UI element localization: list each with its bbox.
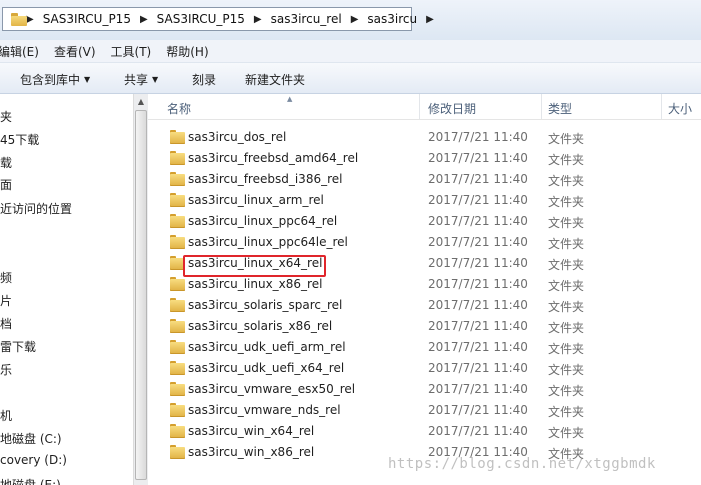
column-header: ▲ 名称 修改日期 类型 大小 bbox=[148, 94, 701, 120]
folder-icon bbox=[170, 193, 185, 207]
folder-icon bbox=[170, 235, 185, 249]
folder-icon bbox=[170, 403, 185, 417]
column-size[interactable]: 大小 bbox=[668, 100, 692, 117]
file-row[interactable]: sas3ircu_vmware_esx50_rel 2017/7/21 11:4… bbox=[148, 379, 701, 400]
file-row[interactable]: sas3ircu_dos_rel 2017/7/21 11:40 文件夹 bbox=[148, 127, 701, 148]
file-row[interactable]: sas3ircu_linux_arm_rel 2017/7/21 11:40 文… bbox=[148, 190, 701, 211]
nav-item[interactable]: 频 bbox=[0, 269, 12, 286]
burn-button[interactable]: 刻录 bbox=[192, 71, 216, 88]
column-divider[interactable] bbox=[661, 94, 662, 119]
address-bar: ▶ SAS3IRCU_P15 ▶ SAS3IRCU_P15 ▶ sas3ircu… bbox=[0, 0, 701, 40]
nav-item[interactable]: 面 bbox=[0, 176, 12, 193]
column-date[interactable]: 修改日期 bbox=[428, 100, 476, 117]
sort-ascending-icon: ▲ bbox=[287, 95, 293, 103]
nav-item[interactable]: 片 bbox=[0, 292, 12, 309]
nav-item[interactable]: 夹 bbox=[0, 108, 12, 125]
nav-item[interactable]: 45下载 bbox=[0, 131, 39, 148]
chevron-right-icon[interactable]: ▶ bbox=[245, 14, 271, 25]
folder-icon bbox=[170, 445, 185, 459]
file-row[interactable]: sas3ircu_linux_x86_rel 2017/7/21 11:40 文… bbox=[148, 274, 701, 295]
menu-bar: 编辑(E) 查看(V) 工具(T) 帮助(H) bbox=[0, 40, 701, 63]
chevron-right-icon[interactable]: ▶ bbox=[131, 14, 157, 25]
column-divider[interactable] bbox=[541, 94, 542, 119]
nav-item[interactable]: 档 bbox=[0, 315, 12, 332]
file-row[interactable]: sas3ircu_udk_uefi_arm_rel 2017/7/21 11:4… bbox=[148, 337, 701, 358]
breadcrumb[interactable]: ▶ SAS3IRCU_P15 ▶ SAS3IRCU_P15 ▶ sas3ircu… bbox=[2, 7, 434, 31]
new-folder-button[interactable]: 新建文件夹 bbox=[245, 71, 305, 88]
caret-down-icon: ▼ bbox=[84, 75, 91, 84]
scroll-up-icon[interactable]: ▲ bbox=[134, 94, 148, 110]
folder-icon bbox=[170, 277, 185, 291]
navigation-pane: 夹 45下载 载 面 近访问的位置 频 片 档 雷下载 乐 机 地磁盘 (C:)… bbox=[0, 94, 133, 485]
breadcrumb-item[interactable]: ▶ sas3ircu_rel bbox=[245, 12, 342, 26]
nav-item[interactable]: 乐 bbox=[0, 361, 12, 378]
folder-icon bbox=[170, 424, 185, 438]
chevron-right-icon[interactable]: ▶ bbox=[342, 14, 368, 25]
folder-icon bbox=[170, 361, 185, 375]
folder-icon bbox=[170, 130, 185, 144]
menu-help[interactable]: 帮助(H) bbox=[166, 43, 208, 60]
breadcrumb-item[interactable]: ▶ sas3ircu bbox=[342, 12, 417, 26]
nav-scrollbar[interactable]: ▲ bbox=[133, 94, 148, 485]
file-row[interactable]: sas3ircu_solaris_sparc_rel 2017/7/21 11:… bbox=[148, 295, 701, 316]
column-type[interactable]: 类型 bbox=[548, 100, 572, 117]
folder-icon bbox=[170, 214, 185, 228]
file-row[interactable]: sas3ircu_freebsd_amd64_rel 2017/7/21 11:… bbox=[148, 148, 701, 169]
breadcrumb-item[interactable]: ▶ SAS3IRCU_P15 bbox=[131, 12, 245, 26]
nav-item[interactable]: 近访问的位置 bbox=[0, 200, 72, 217]
folder-icon bbox=[170, 340, 185, 354]
nav-item[interactable]: covery (D:) bbox=[0, 453, 67, 467]
nav-item[interactable]: 地磁盘 (E:) bbox=[0, 476, 61, 485]
nav-item[interactable]: 地磁盘 (C:) bbox=[0, 430, 62, 447]
chevron-right-icon[interactable]: ▶ bbox=[417, 14, 443, 25]
breadcrumb-end[interactable]: ▶ bbox=[417, 14, 443, 25]
file-row[interactable]: sas3ircu_vmware_nds_rel 2017/7/21 11:40 … bbox=[148, 400, 701, 421]
nav-item[interactable]: 机 bbox=[0, 407, 12, 424]
menu-edit[interactable]: 编辑(E) bbox=[0, 43, 39, 60]
file-row[interactable]: sas3ircu_udk_uefi_x64_rel 2017/7/21 11:4… bbox=[148, 358, 701, 379]
folder-icon bbox=[170, 298, 185, 312]
file-row[interactable]: sas3ircu_win_x64_rel 2017/7/21 11:40 文件夹 bbox=[148, 421, 701, 442]
file-row[interactable]: sas3ircu_linux_ppc64_rel 2017/7/21 11:40… bbox=[148, 211, 701, 232]
folder-icon bbox=[170, 172, 185, 186]
folder-icon bbox=[170, 151, 185, 165]
nav-item[interactable]: 载 bbox=[0, 154, 12, 171]
column-divider[interactable] bbox=[419, 94, 420, 119]
file-row[interactable]: sas3ircu_linux_ppc64le_rel 2017/7/21 11:… bbox=[148, 232, 701, 253]
share-button[interactable]: 共享 ▼ bbox=[124, 71, 158, 88]
file-row[interactable]: sas3ircu_freebsd_i386_rel 2017/7/21 11:4… bbox=[148, 169, 701, 190]
include-in-library-button[interactable]: 包含到库中 ▼ bbox=[20, 71, 90, 88]
column-name[interactable]: 名称 bbox=[167, 100, 191, 117]
annotation-highlight-box bbox=[183, 255, 326, 277]
command-bar: 包含到库中 ▼ 共享 ▼ 刻录 新建文件夹 bbox=[0, 63, 701, 94]
caret-down-icon: ▼ bbox=[152, 75, 159, 84]
breadcrumb-item[interactable]: ▶ SAS3IRCU_P15 bbox=[17, 12, 131, 26]
file-row[interactable]: sas3ircu_solaris_x86_rel 2017/7/21 11:40… bbox=[148, 316, 701, 337]
watermark: https://blog.csdn.net/xtggbmdk bbox=[388, 456, 656, 472]
menu-view[interactable]: 查看(V) bbox=[54, 43, 96, 60]
nav-item[interactable]: 雷下载 bbox=[0, 338, 36, 355]
folder-icon bbox=[170, 319, 185, 333]
scrollbar-thumb[interactable] bbox=[135, 110, 147, 480]
menu-tools[interactable]: 工具(T) bbox=[111, 43, 152, 60]
folder-icon bbox=[170, 382, 185, 396]
